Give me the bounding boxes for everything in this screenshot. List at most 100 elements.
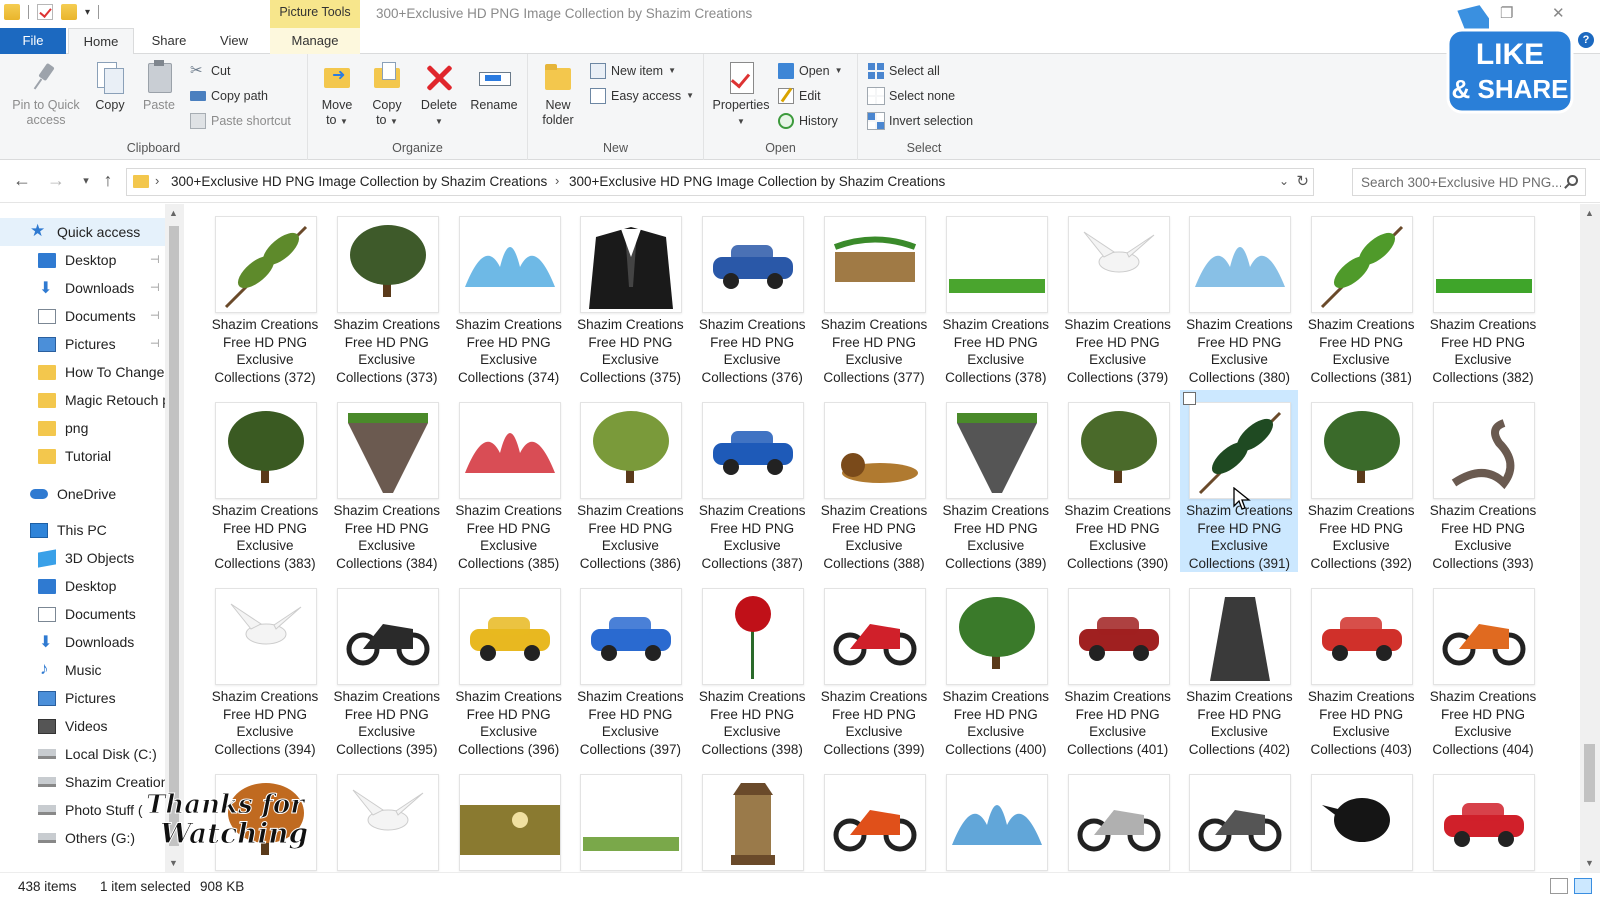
nav-item[interactable]: Local Disk (C:) [0, 740, 165, 768]
copy-path-button[interactable]: Copy path [190, 85, 268, 107]
file-tile[interactable]: Shazim Creations Free HD PNG Exclusive Coll… [1302, 390, 1420, 572]
file-tile[interactable]: Shazim Creations Free HD PNG Exclusive Coll… [450, 204, 568, 386]
nav-item[interactable]: How To Change [0, 358, 165, 386]
scroll-down-icon[interactable]: ▼ [1585, 858, 1594, 868]
pin-icon[interactable]: ⊣ [150, 281, 160, 294]
file-tile[interactable]: Shazim Creations Free HD PNG Exclusive Coll… [1059, 204, 1177, 386]
nav-item[interactable]: Documents ⊣ [0, 302, 165, 330]
history-button[interactable]: History [778, 110, 838, 132]
rename-button[interactable]: Rename [468, 60, 520, 113]
file-tile[interactable]: Shazim Creations Free HD PNG Exclusive Coll… [206, 576, 324, 758]
scroll-down-icon[interactable]: ▼ [169, 858, 178, 868]
file-tile[interactable]: Shazim Creations Free HD PNG Exclusive Coll… [571, 390, 689, 572]
file-tile[interactable]: Shazim Creations Free HD PNG Exclusive Coll… [693, 390, 811, 572]
file-tile[interactable] [1059, 762, 1177, 872]
file-tile[interactable] [937, 762, 1055, 872]
nav-item[interactable]: Desktop [0, 572, 165, 600]
file-tile[interactable] [450, 762, 568, 872]
nav-item[interactable]: Downloads [0, 628, 165, 656]
file-tile[interactable]: Shazim Creations Free HD PNG Exclusive Coll… [937, 390, 1055, 572]
breadcrumb-separator-icon[interactable]: › [155, 173, 159, 188]
file-tile[interactable]: Shazim Creations Free HD PNG Exclusive Coll… [1302, 204, 1420, 386]
paste-shortcut-button[interactable]: Paste shortcut [190, 110, 291, 132]
file-tile[interactable]: Shazim Creations Free HD PNG Exclusive Coll… [693, 576, 811, 758]
file-tile[interactable] [328, 762, 446, 872]
address-dropdown-icon[interactable]: ⌄ [1279, 174, 1289, 188]
nav-item[interactable]: 3D Objects [0, 544, 165, 572]
tab-share[interactable]: Share [140, 28, 198, 54]
file-tile[interactable]: Shazim Creations Free HD PNG Exclusive Coll… [815, 576, 933, 758]
cut-button[interactable]: Cut [190, 60, 230, 82]
up-arrow-icon[interactable]: ↑ [96, 170, 120, 191]
file-tile[interactable]: Shazim Creations Free HD PNG Exclusive Coll… [1302, 576, 1420, 758]
file-tile[interactable]: Shazim Creations Free HD PNG Exclusive Coll… [328, 576, 446, 758]
file-tile[interactable]: Shazim Creations Free HD PNG Exclusive Coll… [815, 390, 933, 572]
file-tile[interactable]: Shazim Creations Free HD PNG Exclusive Coll… [328, 390, 446, 572]
pin-icon[interactable]: ⊣ [150, 337, 160, 350]
nav-item[interactable]: Downloads ⊣ [0, 274, 165, 302]
address-bar[interactable]: › 300+Exclusive HD PNG Image Collection … [126, 168, 1314, 196]
nav-item[interactable]: Quick access [0, 218, 165, 246]
tab-view[interactable]: View [206, 28, 262, 54]
file-tile[interactable]: Shazim Creations Free HD PNG Exclusive Coll… [1424, 576, 1542, 758]
tab-file[interactable]: File [0, 28, 66, 54]
file-tile[interactable]: Shazim Creations Free HD PNG Exclusive Coll… [1180, 204, 1298, 386]
paste-button[interactable]: Paste [136, 60, 182, 113]
nav-item[interactable]: Music [0, 656, 165, 684]
file-tile[interactable]: Shazim Creations Free HD PNG Exclusive Coll… [206, 390, 324, 572]
breadcrumb-item[interactable]: 300+Exclusive HD PNG Image Collection by… [171, 174, 547, 189]
file-tile[interactable] [1302, 762, 1420, 872]
properties-button[interactable]: Properties ▼ [708, 60, 774, 129]
recent-locations-icon[interactable]: ▾ [74, 174, 98, 187]
file-tile[interactable] [693, 762, 811, 872]
select-none-button[interactable]: Select none [867, 85, 955, 107]
new-folder-button[interactable]: New folder [534, 60, 582, 128]
move-to-button[interactable]: Move to ▼ [314, 60, 360, 129]
file-tile[interactable]: Shazim Creations Free HD PNG Exclusive Coll… [1180, 576, 1298, 758]
nav-item[interactable]: png [0, 414, 165, 442]
nav-item[interactable]: Pictures ⊣ [0, 330, 165, 358]
details-view-icon[interactable] [1550, 878, 1568, 894]
edit-button[interactable]: Edit [778, 85, 821, 107]
select-checkbox[interactable] [1183, 392, 1197, 405]
nav-scrollbar-thumb[interactable] [169, 226, 179, 846]
copy-to-button[interactable]: Copy to ▼ [364, 60, 410, 129]
nav-item[interactable]: Pictures [0, 684, 165, 712]
nav-item[interactable]: Magic Retouch p [0, 386, 165, 414]
new-folder-icon[interactable] [61, 4, 77, 20]
tab-home[interactable]: Home [68, 28, 134, 55]
file-tile[interactable]: Shazim Creations Free HD PNG Exclusive Coll… [1059, 576, 1177, 758]
select-all-button[interactable]: Select all [868, 60, 940, 82]
tab-manage[interactable]: Manage [270, 28, 360, 54]
breadcrumb-separator-icon[interactable]: › [555, 173, 559, 188]
breadcrumb-item[interactable]: 300+Exclusive HD PNG Image Collection by… [569, 174, 945, 189]
file-tile[interactable] [1424, 762, 1542, 872]
refresh-icon[interactable]: ↻ [1296, 172, 1309, 190]
nav-item[interactable]: Documents [0, 600, 165, 628]
file-tile[interactable] [571, 762, 689, 872]
file-tile[interactable]: Shazim Creations Free HD PNG Exclusive Coll… [1180, 390, 1299, 572]
nav-item[interactable]: Desktop ⊣ [0, 246, 165, 274]
file-tile[interactable]: Shazim Creations Free HD PNG Exclusive Coll… [206, 204, 324, 386]
file-tile[interactable]: Shazim Creations Free HD PNG Exclusive Coll… [1424, 204, 1542, 386]
delete-button[interactable]: Delete ▼ [416, 60, 462, 129]
file-tile[interactable]: Shazim Creations Free HD PNG Exclusive Coll… [937, 576, 1055, 758]
file-tile[interactable] [815, 762, 933, 872]
file-tile[interactable]: Shazim Creations Free HD PNG Exclusive Coll… [450, 576, 568, 758]
properties-icon[interactable] [37, 4, 53, 20]
nav-item[interactable]: This PC [0, 516, 165, 544]
nav-scrollbar[interactable]: ▲ ▼ [165, 204, 184, 872]
file-tile[interactable]: Shazim Creations Free HD PNG Exclusive Coll… [571, 204, 689, 386]
pin-icon[interactable]: ⊣ [150, 309, 160, 322]
nav-item[interactable]: Tutorial [0, 442, 165, 470]
search-icon[interactable] [1567, 175, 1578, 186]
content-scrollbar-thumb[interactable] [1584, 744, 1595, 802]
nav-item[interactable]: OneDrive [0, 480, 165, 508]
open-button[interactable]: Open ▼ [778, 60, 843, 82]
file-tile[interactable] [1180, 762, 1298, 872]
easy-access-button[interactable]: Easy access ▼ [590, 85, 694, 107]
nav-item[interactable]: Videos [0, 712, 165, 740]
pin-icon[interactable]: ⊣ [150, 253, 160, 266]
forward-arrow-icon[interactable]: → [44, 170, 68, 191]
scroll-up-icon[interactable]: ▲ [1585, 208, 1594, 218]
